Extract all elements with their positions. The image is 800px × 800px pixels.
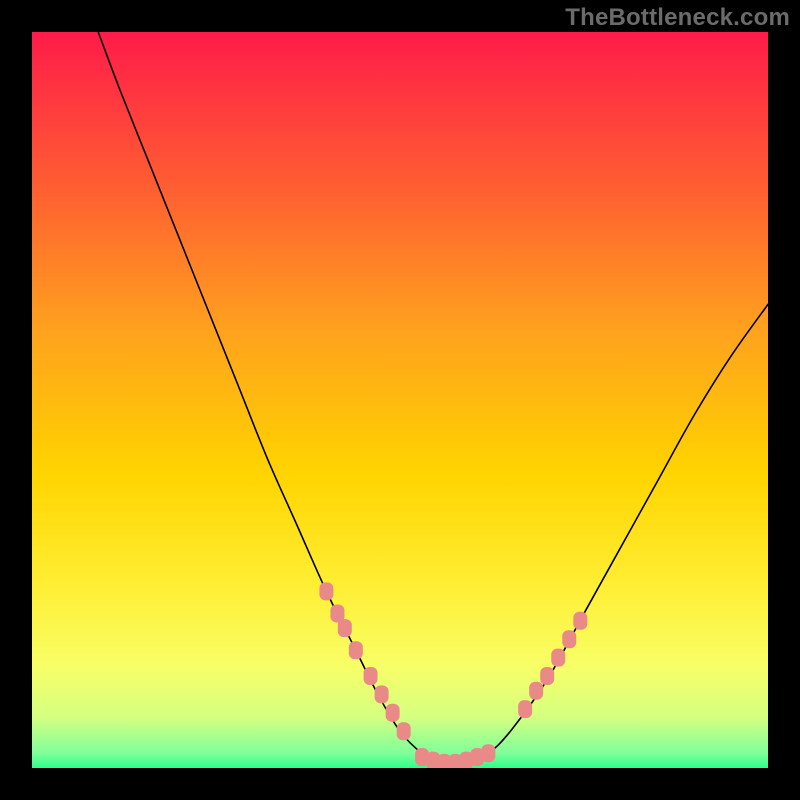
threshold-marker [338,619,352,637]
threshold-marker [319,582,333,600]
threshold-marker [349,641,363,659]
threshold-marker [551,649,565,667]
watermark-text: TheBottleneck.com [565,4,790,32]
plot-background [32,32,768,768]
threshold-marker [375,685,389,703]
threshold-marker [386,704,400,722]
threshold-marker [397,722,411,740]
threshold-marker [518,700,532,718]
chart-stage: TheBottleneck.com [0,0,800,800]
threshold-marker [562,630,576,648]
plot-area [32,32,768,768]
threshold-marker [364,667,378,685]
threshold-marker [573,612,587,630]
threshold-marker [481,744,495,762]
threshold-marker [529,682,543,700]
chart-svg [32,32,768,768]
threshold-marker [540,667,554,685]
